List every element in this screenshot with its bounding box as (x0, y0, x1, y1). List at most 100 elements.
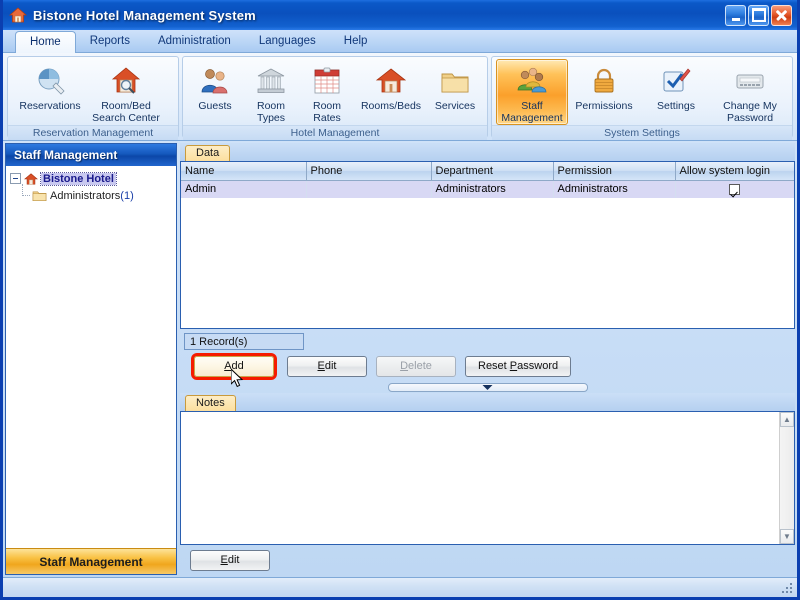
close-button[interactable] (771, 5, 792, 26)
scroll-up-icon[interactable]: ▲ (780, 412, 794, 427)
tab-notes[interactable]: Notes (185, 395, 236, 411)
resize-grip-icon[interactable] (781, 581, 795, 595)
record-count-label: 1 Record(s) (184, 333, 304, 350)
ribbon-button-change-my-password[interactable]: Change My Password (712, 59, 788, 125)
ribbon-button-staff-management[interactable]: Staff Management (496, 59, 568, 125)
cell-department: Administrators (431, 180, 553, 198)
ribbon-button-room-rates[interactable]: Room Rates (299, 59, 355, 125)
group-icon (516, 64, 548, 98)
edit-button[interactable]: Edit (287, 356, 367, 377)
ribbon-button-settings[interactable]: Settings (640, 59, 712, 125)
grid-empty-space (181, 198, 794, 328)
notes-textarea[interactable] (181, 412, 779, 544)
menu-tab-bar: Home Reports Administration Languages He… (3, 30, 797, 53)
menu-tab-languages[interactable]: Languages (245, 31, 330, 52)
application-window: Bistone Hotel Management System Home Rep… (0, 0, 800, 600)
scroll-down-icon[interactable]: ▼ (780, 529, 794, 544)
ribbon-group-items: Reservations Room/Bed Search Center (8, 57, 178, 125)
add-button-accel: A (224, 360, 231, 372)
data-tab-strip: Data (180, 143, 795, 161)
tree-folder-icon (32, 189, 47, 202)
column-header-phone[interactable]: Phone (306, 162, 431, 180)
edit-button-accel: E (318, 360, 325, 372)
collapse-splitter[interactable] (388, 383, 588, 392)
maximize-button[interactable] (748, 5, 769, 26)
tree-expander-icon[interactable] (10, 173, 21, 184)
tree-node-label: Bistone Hotel (41, 173, 116, 185)
column-header-name[interactable]: Name (181, 162, 306, 180)
ribbon-group-label: System Settings (492, 125, 792, 140)
main-body: Staff Management Bistone Hotel (3, 141, 797, 577)
ribbon-button-rooms-beds[interactable]: Rooms/Beds (355, 59, 427, 125)
bank-icon (255, 64, 287, 98)
lock-icon (588, 64, 620, 98)
tab-data[interactable]: Data (185, 145, 230, 161)
sidebar-panel: Staff Management Bistone Hotel (5, 143, 177, 575)
ribbon-button-permissions[interactable]: Permissions (568, 59, 640, 125)
ribbon-button-label: Staff Management (501, 100, 562, 124)
ribbon-group-label: Hotel Management (183, 125, 487, 140)
edit-button-label: dit (325, 360, 337, 372)
ribbon-button-label: Room Types (257, 100, 285, 124)
ribbon-label-line1: Room (313, 100, 341, 112)
column-header-permission[interactable]: Permission (553, 162, 675, 180)
record-count-row: 1 Record(s) (180, 329, 795, 351)
menu-tab-home[interactable]: Home (15, 31, 76, 53)
ribbon-button-room-types[interactable]: Room Types (243, 59, 299, 125)
ribbon-group-system-settings: Staff Management (491, 56, 793, 138)
ribbon-button-label: Rooms/Beds (361, 100, 421, 112)
cell-permission: Administrators (553, 180, 675, 198)
sidebar-footer-button-staff-management[interactable]: Staff Management (6, 548, 176, 574)
ribbon-label-line2: Management (501, 112, 562, 124)
table-row[interactable]: Admin Administrators Administrators (181, 180, 794, 198)
menu-tab-help[interactable]: Help (330, 31, 382, 52)
sidebar-tree: Bistone Hotel Administrators(1) (6, 166, 176, 548)
notes-tab-strip: Notes (180, 393, 795, 411)
ribbon-label-line2: Rates (313, 112, 340, 124)
notes-edit-label: dit (228, 554, 240, 566)
tree-node-bistone-hotel[interactable]: Bistone Hotel (10, 170, 174, 187)
tree-node-administrators[interactable]: Administrators(1) (32, 187, 174, 204)
ribbon-button-label: Room Rates (313, 100, 341, 124)
menu-tab-administration[interactable]: Administration (144, 31, 245, 52)
window-controls (725, 5, 794, 26)
title-bar: Bistone Hotel Management System (3, 0, 797, 30)
calendar-icon (311, 64, 343, 98)
ribbon-label-line2: Types (257, 112, 285, 124)
reset-password-accel: P (510, 360, 517, 372)
column-header-allow-system-login[interactable]: Allow system login (675, 162, 794, 180)
minimize-button[interactable] (725, 5, 746, 26)
staff-data-grid: Name Phone Department Permission Allow s… (180, 161, 795, 329)
folder-icon (439, 64, 471, 98)
delete-button-accel: D (400, 360, 408, 372)
globe-icon (34, 64, 66, 98)
status-bar (3, 577, 797, 597)
chevron-down-icon (482, 384, 493, 391)
reset-password-suffix: assword (517, 360, 558, 372)
add-button[interactable]: Add (194, 356, 274, 377)
notes-edit-button[interactable]: Edit (190, 550, 270, 571)
ribbon-button-guests[interactable]: Guests (187, 59, 243, 125)
ribbon-button-label: Reservations (19, 100, 80, 112)
menu-tab-reports[interactable]: Reports (76, 31, 144, 52)
allow-system-login-checkbox[interactable] (729, 184, 740, 195)
people-icon (199, 64, 231, 98)
ribbon-label-line2: Password (727, 112, 773, 124)
ribbon-button-label: Room/Bed Search Center (92, 100, 160, 124)
ribbon-group-label: Reservation Management (8, 125, 178, 140)
column-header-department[interactable]: Department (431, 162, 553, 180)
tree-house-icon (24, 172, 38, 186)
cell-allow-system-login (675, 180, 794, 198)
tree-child-count: (1) (120, 190, 133, 202)
delete-button: Delete (376, 356, 456, 377)
reset-password-button[interactable]: Reset Password (465, 356, 571, 377)
notes-vertical-scrollbar[interactable]: ▲ ▼ (779, 412, 794, 544)
ribbon-button-label: Services (435, 100, 475, 112)
ribbon-toolbar: Reservations Room/Bed Search Center (3, 53, 797, 141)
ribbon-button-label: Permissions (575, 100, 632, 112)
content-panel: Data Name Phone Department Permission Al… (180, 143, 795, 575)
ribbon-button-room-bed-search-center[interactable]: Room/Bed Search Center (88, 59, 164, 125)
ribbon-group-items: Guests Room (183, 57, 487, 125)
ribbon-button-services[interactable]: Services (427, 59, 483, 125)
ribbon-button-reservations[interactable]: Reservations (12, 59, 88, 125)
